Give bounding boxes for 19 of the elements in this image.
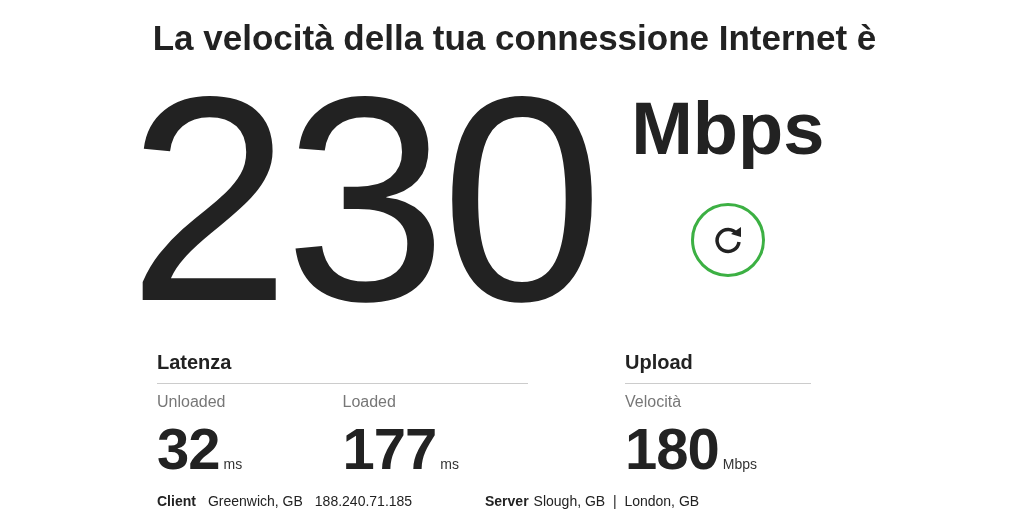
server-label: Server [485,492,529,510]
speed-value: 230 [128,84,598,314]
metric-label: Loaded [342,392,397,412]
metric-value: 32 [157,418,220,480]
client-location: Greenwich, GB [207,492,303,510]
server-locations: Slough, GB | London, GB [533,492,700,510]
section-title: Upload [625,349,811,384]
speed-unit: Mbps [631,89,825,169]
client-ip: 188.240.71.185 [314,492,413,510]
metric-unit: ms [223,456,243,472]
metric-unit: Mbps [722,456,757,472]
metric-value: 180 [625,418,719,480]
section-title: Latenza [157,349,528,384]
metric-label: Unloaded [157,392,227,412]
page-title: La velocità della tua connessione Internet è [151,17,878,59]
metric-label: Velocità [625,392,683,412]
client-label: Client [157,492,196,510]
metric-unit: ms [440,456,459,472]
metric-value: 177 [342,418,437,480]
